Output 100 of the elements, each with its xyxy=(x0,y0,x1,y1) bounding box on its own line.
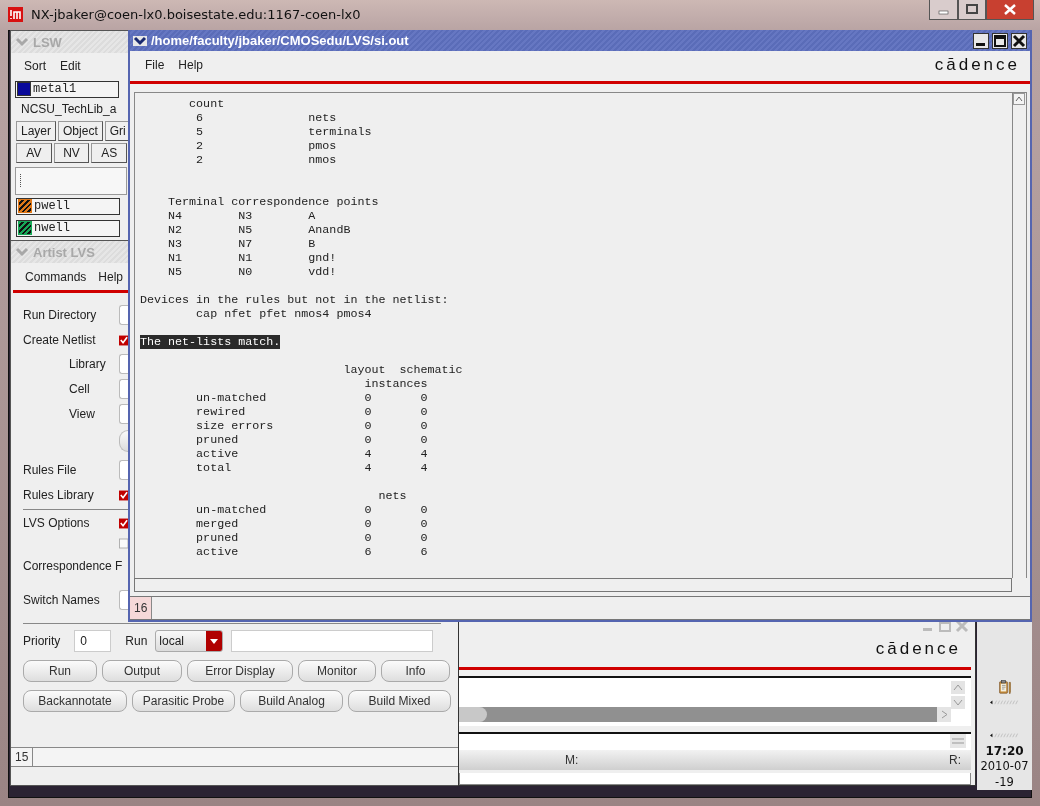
menu-item[interactable]: Help xyxy=(178,58,204,72)
output-line: active 4 4 xyxy=(195,447,428,461)
output-line: N3 N7 B xyxy=(167,237,316,251)
scroll-up-icon[interactable] xyxy=(1013,93,1025,105)
scroll-right-icon[interactable] xyxy=(937,707,951,722)
output-line: merged 0 0 xyxy=(195,517,428,531)
action-button[interactable]: Backannotate xyxy=(23,690,127,712)
action-button[interactable]: Build Analog xyxy=(240,690,343,712)
menu-item[interactable]: Sort xyxy=(24,59,46,73)
action-button[interactable]: Error Display xyxy=(187,660,293,682)
action-button[interactable]: Monitor xyxy=(298,660,376,682)
output-line: 2 nmos xyxy=(195,153,337,167)
action-button[interactable]: Parasitic Probe xyxy=(132,690,235,712)
output-line: 6 nets xyxy=(195,111,337,125)
output-line: Terminal correspondence points xyxy=(167,195,379,209)
action-button[interactable]: Build Mixed xyxy=(348,690,451,712)
close-icon[interactable] xyxy=(1011,32,1027,49)
window-title: Artist LVS xyxy=(33,244,95,260)
menu-item[interactable]: Edit xyxy=(60,59,81,73)
layer-name: nwell xyxy=(34,221,70,235)
text-field[interactable] xyxy=(231,630,434,652)
horizontal-scrollbar[interactable] xyxy=(134,578,1012,592)
logo-text: cādence xyxy=(934,55,1020,75)
view-button[interactable]: NV xyxy=(53,143,90,163)
scroll-thumb[interactable] xyxy=(459,707,487,722)
output-line: N1 N1 gnd! xyxy=(167,251,337,265)
close-icon[interactable] xyxy=(986,0,1034,20)
text-field[interactable] xyxy=(459,773,971,785)
checkbox[interactable] xyxy=(119,334,128,346)
output-line: instances xyxy=(363,377,428,391)
minimize-icon[interactable] xyxy=(973,32,989,49)
layer-name: metal1 xyxy=(33,82,77,96)
priority-field[interactable]: 0 xyxy=(74,630,112,652)
output-line: un-matched 0 0 xyxy=(195,503,428,517)
output-line: 2 pmos xyxy=(195,139,337,153)
layer-field[interactable]: metal1 xyxy=(15,80,119,98)
clock-time[interactable]: 17:20 xyxy=(985,744,1024,758)
field-label: LVS Options xyxy=(23,516,91,530)
clock-date[interactable]: 2010-07 xyxy=(980,758,1029,774)
scroll-down-icon[interactable] xyxy=(951,696,965,709)
technology-library: NCSU_TechLib_a xyxy=(21,102,117,116)
field-label: Rules Library xyxy=(23,488,95,502)
app-icon xyxy=(8,7,23,22)
scroll-up-icon[interactable] xyxy=(951,681,965,694)
maximize-icon[interactable] xyxy=(958,0,986,20)
text-field[interactable] xyxy=(119,403,128,424)
status-label: M: xyxy=(565,753,579,767)
status-label: R: xyxy=(949,753,961,767)
maximize-icon[interactable] xyxy=(992,32,1008,49)
output-line: size errors 0 0 xyxy=(195,419,428,433)
status-cell: 16 xyxy=(130,597,153,619)
text-field[interactable] xyxy=(15,167,127,195)
output-line: count xyxy=(188,97,225,111)
clock-date[interactable]: -19 xyxy=(995,774,1014,790)
dropdown-arrow-icon[interactable] xyxy=(210,638,219,644)
text-field[interactable] xyxy=(119,590,128,610)
window-title: LSW xyxy=(33,34,62,50)
text-field[interactable] xyxy=(119,353,128,374)
view-button[interactable]: AS xyxy=(91,143,127,163)
text-cursor-icon xyxy=(19,174,22,188)
vertical-scrollbar[interactable] xyxy=(1012,93,1026,578)
text-field[interactable] xyxy=(119,304,128,325)
action-button[interactable]: Info xyxy=(381,660,450,682)
output-line: Devices in the rules but not in the netlist: xyxy=(140,293,449,307)
layer-field[interactable]: pwell xyxy=(16,197,120,215)
output-line: pruned 0 0 xyxy=(195,433,428,447)
output-line: active 6 6 xyxy=(195,545,428,559)
layer-name: pwell xyxy=(34,199,70,213)
output-line: nets xyxy=(377,489,407,503)
text-field[interactable] xyxy=(119,460,128,480)
menu-item[interactable]: Commands xyxy=(25,269,87,284)
tab[interactable]: Layer xyxy=(16,121,57,141)
output-line: pruned 0 0 xyxy=(195,531,428,545)
layer-field[interactable]: nwell xyxy=(16,219,120,237)
field-label: View xyxy=(68,406,96,421)
input-field[interactable] xyxy=(459,732,971,750)
output-line: N2 N5 AnandB xyxy=(167,223,351,237)
field-label: Switch Names xyxy=(23,593,101,607)
action-button[interactable]: Output xyxy=(102,660,182,682)
run-dropdown[interactable]: local xyxy=(155,630,224,652)
dropdown-value: local xyxy=(159,634,185,648)
tab[interactable]: Gri xyxy=(104,121,131,141)
field-label: Rules File xyxy=(23,463,78,477)
field-label: Run Directory xyxy=(23,307,98,322)
output-line: layout schematic xyxy=(342,363,463,377)
output-line: un-matched 0 0 xyxy=(195,391,428,405)
field-label: Create Netlist xyxy=(23,333,97,347)
view-button[interactable]: AV xyxy=(16,143,52,163)
field-label: Library xyxy=(68,356,107,371)
chevron-icon[interactable] xyxy=(133,35,147,46)
checkbox[interactable] xyxy=(119,489,128,501)
action-button[interactable]: Run xyxy=(23,660,97,682)
horizontal-scrollbar[interactable] xyxy=(459,707,951,722)
text-field[interactable] xyxy=(119,378,128,399)
window-title: /home/faculty/jbaker/CMOSedu/LVS/si.out xyxy=(151,33,409,48)
checkbox[interactable] xyxy=(119,517,128,529)
tab[interactable]: Object xyxy=(58,121,103,141)
output-line: 5 terminals xyxy=(195,125,372,139)
menu-item[interactable]: File xyxy=(145,58,165,72)
menu-item[interactable]: Help xyxy=(98,269,124,284)
